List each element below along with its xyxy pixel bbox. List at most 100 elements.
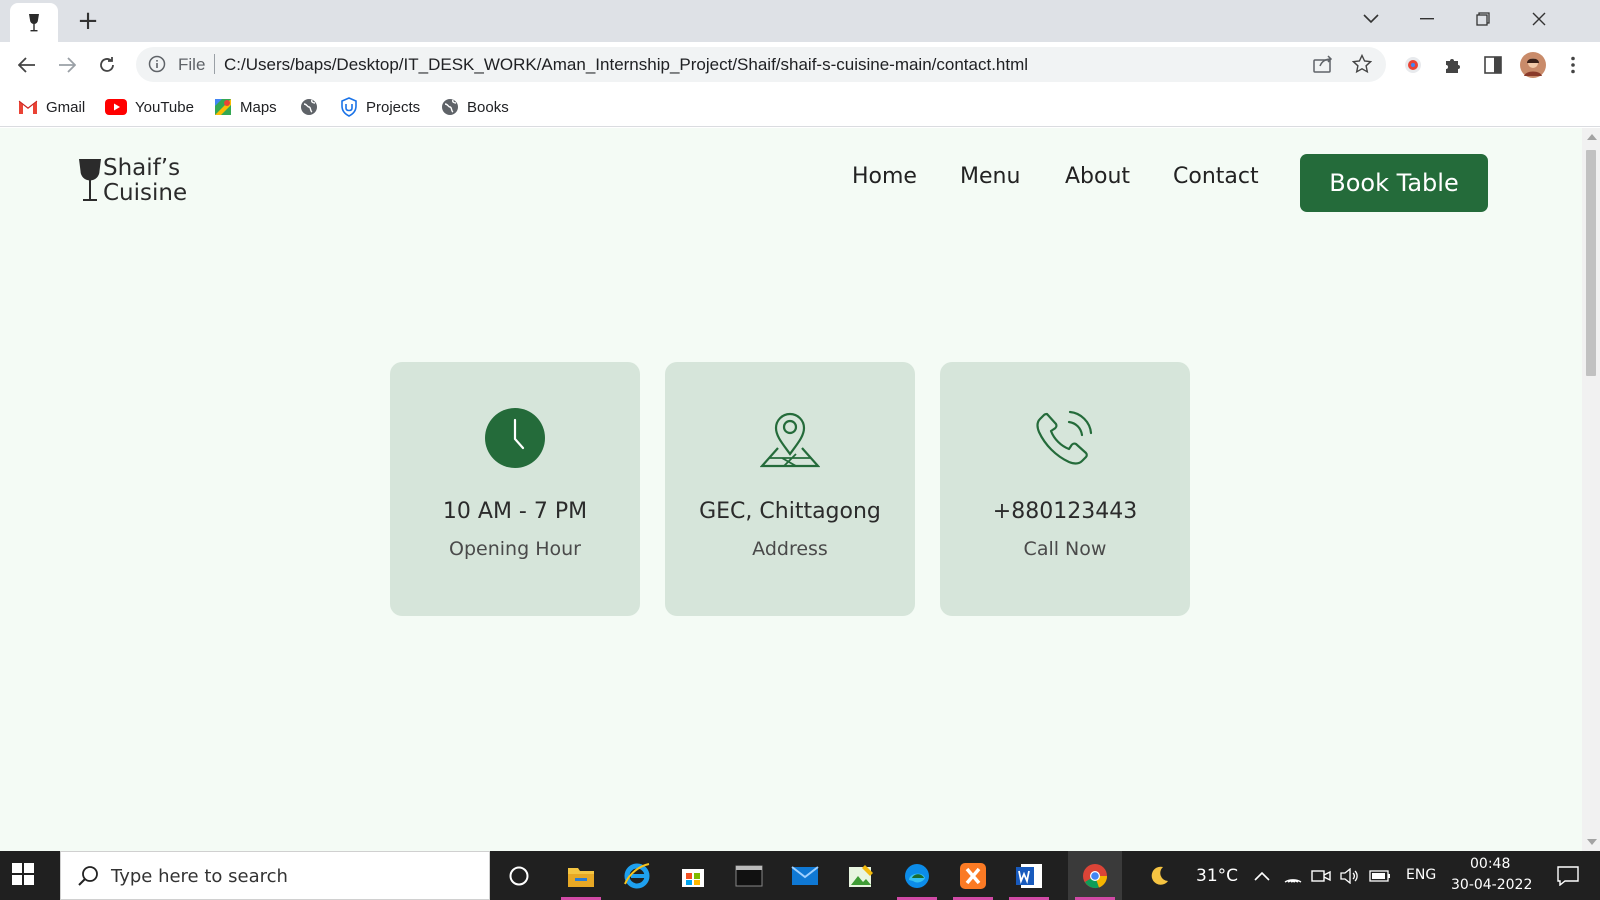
globe-icon [301,99,317,115]
web-page: Shaif’s Cuisine Home Menu About Contact … [0,128,1582,851]
nav-contact[interactable]: Contact [1173,164,1259,189]
taskbar-chrome[interactable] [1068,851,1122,900]
new-tab-button[interactable]: + [74,8,102,36]
speaker-icon [1340,867,1358,884]
nav-home[interactable]: Home [852,164,917,189]
taskbar-terminal[interactable] [722,851,776,900]
extensions-button[interactable] [1440,52,1466,78]
profile-button[interactable] [1520,52,1546,78]
back-button[interactable] [12,50,42,80]
menu-button[interactable] [1560,52,1586,78]
more-vertical-icon [1571,56,1575,74]
close-window-button[interactable] [1516,0,1562,38]
card-subtitle: Opening Hour [449,538,581,560]
browser-tab[interactable] [10,3,58,42]
taskbar-store[interactable] [666,851,720,900]
chevron-down-icon [1363,14,1379,24]
weather-widget[interactable] [1144,851,1174,900]
logo-line-2: Cuisine [103,180,188,206]
map-pin-icon [760,412,820,468]
phone-icon [1036,410,1093,465]
bookmark-label: Books [467,98,509,116]
nav-about[interactable]: About [1065,164,1130,189]
notifications-button[interactable] [1546,851,1590,900]
weather-temperature[interactable]: 31°C [1196,866,1238,886]
browser-toolbar: File C:/Users/baps/Desktop/IT_DESK_WORK/… [0,42,1600,87]
taskbar-word[interactable] [1002,851,1056,900]
clock-time[interactable]: 00:48 [1470,856,1510,872]
restore-button[interactable] [1460,0,1506,38]
scroll-down-arrow-icon[interactable] [1587,839,1597,845]
arrow-right-icon [59,57,76,73]
gmail-icon [18,100,38,114]
bookmark-label: Gmail [46,98,86,116]
logo-text: Shaif’s Cuisine [103,156,187,206]
taskbar-search[interactable]: Type here to search [60,851,490,900]
contact-card-phone[interactable]: +880123443 Call Now [940,362,1190,616]
taskbar: Type here to search 31°C ENG 00:48 30-04… [0,851,1600,900]
globe-icon [442,99,458,115]
clock-icon [485,408,545,468]
nav-menu[interactable]: Menu [960,164,1020,189]
restore-icon [1476,12,1490,26]
divider [214,54,215,74]
scroll-thumb[interactable] [1586,150,1596,376]
site-logo[interactable]: Shaif’s Cuisine [78,156,187,206]
arrow-left-icon [18,57,35,73]
forward-button[interactable] [52,50,82,80]
meet-now-button[interactable] [1308,851,1334,900]
share-icon[interactable] [1312,54,1334,74]
network-button[interactable] [1280,851,1306,900]
scroll-up-arrow-icon[interactable] [1587,134,1597,140]
taskbar-xampp[interactable] [946,851,1000,900]
tab-strip: + [0,0,1600,42]
internet-explorer-icon [624,862,650,888]
taskbar-mail[interactable] [778,851,832,900]
contact-card-hours: 10 AM - 7 PM Opening Hour [390,362,640,616]
star-icon[interactable] [1352,54,1372,74]
mail-icon [791,865,819,885]
clock-date[interactable]: 30-04-2022 [1451,877,1532,893]
edge-icon [905,863,929,888]
book-table-button[interactable]: Book Table [1300,154,1488,212]
reload-icon [100,57,114,72]
bookmark-projects[interactable]: Projects [340,95,420,119]
color-extension-icon [1405,57,1421,73]
xampp-icon [960,862,986,889]
bookmark-maps[interactable]: Maps [214,95,277,119]
taskbar-image-viewer[interactable] [834,851,888,900]
tab-search-button[interactable] [1348,0,1394,38]
card-subtitle: Address [752,538,828,560]
start-button[interactable] [12,863,34,890]
minimize-button[interactable] [1404,0,1450,38]
bookmark-label: YouTube [135,98,194,116]
bookmark-books[interactable]: Books [441,95,509,119]
bookmark-youtube[interactable]: YouTube [105,95,194,119]
close-icon [1532,12,1546,26]
show-hidden-icons-button[interactable] [1250,851,1274,900]
wine-glass-icon [29,13,39,31]
cortana-button[interactable] [492,851,546,900]
extension-button[interactable] [1400,52,1426,78]
puzzle-icon [1446,59,1460,73]
bookmark-gmail[interactable]: Gmail [18,95,85,119]
side-panel-button[interactable] [1480,52,1506,78]
page-scrollbar[interactable] [1582,128,1600,851]
taskbar-edge[interactable] [890,851,944,900]
volume-button[interactable] [1336,851,1362,900]
info-icon[interactable] [148,55,166,73]
chrome-icon [1083,863,1108,888]
taskbar-internet-explorer[interactable] [610,851,664,900]
url-text[interactable]: C:/Users/baps/Desktop/IT_DESK_WORK/Aman_… [224,55,1028,75]
bookmark-globe[interactable] [300,95,318,119]
taskbar-file-explorer[interactable] [554,851,608,900]
language-indicator[interactable]: ENG [1406,867,1436,883]
windows-icon [12,863,34,885]
battery-button[interactable] [1366,851,1394,900]
reload-button[interactable] [92,50,122,80]
address-bar[interactable]: File C:/Users/baps/Desktop/IT_DESK_WORK/… [136,47,1386,82]
moon-icon [1151,866,1168,885]
store-icon [682,868,704,887]
card-title: GEC, Chittagong [699,499,881,524]
shield-icon [341,97,357,117]
